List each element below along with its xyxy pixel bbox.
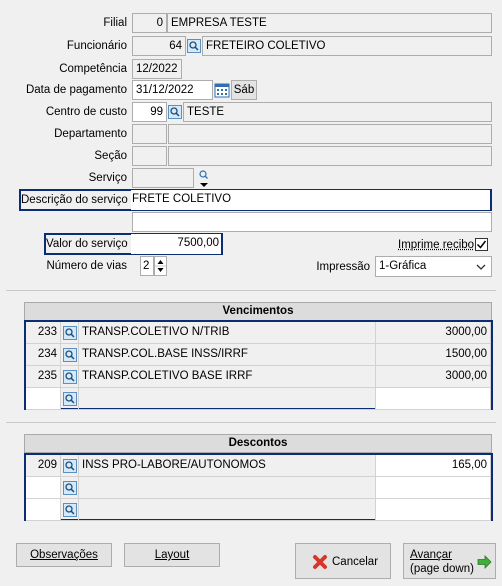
desconto-code[interactable]	[26, 499, 61, 521]
desconto-search-icon[interactable]	[61, 499, 79, 521]
vencimentos-grid: 233 TRANSP.COLETIVO N/TRIB 3000,00 234 T…	[24, 320, 493, 410]
vencimento-code[interactable]: 235	[26, 366, 61, 388]
avancar-label: Avançar	[410, 549, 452, 561]
imprime-recibo-checkbox[interactable]	[475, 238, 488, 251]
weekday-button[interactable]: Sáb	[231, 80, 257, 100]
numero-vias-stepper[interactable]	[154, 256, 167, 276]
competencia-field[interactable]: 12/2022	[132, 59, 182, 79]
servico-field[interactable]	[132, 168, 194, 188]
funcionario-code-field[interactable]: 64	[132, 36, 186, 56]
descontos-grid: 209 INSS PRO-LABORE/AUTONOMOS 165,00	[24, 453, 493, 521]
departamento-label: Departamento	[54, 128, 127, 140]
data-pagamento-field[interactable]: 31/12/2022	[132, 80, 213, 100]
servico-lookup-icon[interactable]	[198, 169, 210, 189]
desconto-desc: INSS PRO-LABORE/AUTONOMOS	[79, 455, 376, 477]
funcionario-name-field: FRETEIRO COLETIVO	[202, 36, 492, 56]
section-divider	[6, 422, 496, 423]
vencimento-search-icon[interactable]	[61, 388, 79, 410]
departamento-name-field	[168, 124, 492, 144]
chevron-down-icon	[476, 264, 486, 270]
secao-label: Seção	[94, 150, 127, 162]
desconto-value[interactable]	[376, 477, 491, 499]
filial-code-field[interactable]: 0	[132, 13, 167, 33]
table-row[interactable]: 233 TRANSP.COLETIVO N/TRIB 3000,00	[26, 322, 491, 344]
vencimento-search-icon[interactable]	[61, 322, 79, 344]
vencimento-value[interactable]: 3000,00	[376, 366, 491, 388]
vencimento-desc: TRANSP.COL.BASE INSS/IRRF	[79, 344, 376, 366]
vencimento-code[interactable]: 233	[26, 322, 61, 344]
descricao-field[interactable]: FRETE COLETIVO	[131, 190, 490, 210]
funcionario-search-icon[interactable]	[187, 39, 201, 54]
secao-code-field[interactable]	[132, 146, 167, 166]
section-divider	[6, 290, 496, 291]
vencimento-value[interactable]	[376, 388, 491, 410]
desconto-search-icon[interactable]	[61, 477, 79, 499]
centro-custo-name-field: TESTE	[183, 102, 492, 122]
servico-label: Serviço	[88, 172, 127, 184]
avancar-shortcut: (page down)	[410, 563, 474, 575]
desconto-desc	[79, 477, 376, 499]
table-row[interactable]	[26, 499, 491, 521]
descricao-label: Descrição do serviço	[21, 194, 128, 206]
observacoes-button[interactable]: Observações	[16, 543, 112, 567]
table-row[interactable]: 235 TRANSP.COLETIVO BASE IRRF 3000,00	[26, 366, 491, 388]
valor-field[interactable]: 7500,00	[131, 234, 221, 254]
vencimento-desc: TRANSP.COLETIVO BASE IRRF	[79, 366, 376, 388]
descricao-extra-field[interactable]	[132, 212, 492, 232]
vencimento-code[interactable]: 234	[26, 344, 61, 366]
table-row[interactable]	[26, 388, 491, 410]
table-row[interactable]: 209 INSS PRO-LABORE/AUTONOMOS 165,00	[26, 455, 491, 477]
data-pagamento-label: Data de pagamento	[25, 84, 127, 96]
vencimentos-header: Vencimentos	[24, 302, 492, 321]
filial-name-field: EMPRESA TESTE	[167, 13, 492, 33]
numero-vias-field[interactable]: 2	[140, 256, 154, 276]
centro-custo-code-field[interactable]: 99	[132, 102, 167, 122]
desconto-value[interactable]: 165,00	[376, 455, 491, 477]
avancar-button[interactable]: Avançar (page down)	[403, 543, 496, 579]
imprime-recibo-label: Imprime recibo	[398, 239, 475, 251]
observacoes-label: Observações	[30, 549, 98, 561]
departamento-code-field[interactable]	[132, 124, 167, 144]
table-row[interactable]	[26, 477, 491, 499]
valor-label: Valor do serviço	[46, 238, 128, 250]
table-row[interactable]: 234 TRANSP.COL.BASE INSS/IRRF 1500,00	[26, 344, 491, 366]
desconto-search-icon[interactable]	[61, 455, 79, 477]
layout-button[interactable]: Layout	[124, 543, 220, 567]
vencimento-desc: TRANSP.COLETIVO N/TRIB	[79, 322, 376, 344]
secao-name-field	[168, 146, 492, 166]
centro-custo-label: Centro de custo	[45, 106, 127, 118]
arrow-right-icon	[477, 555, 492, 569]
filial-label: Filial	[103, 17, 127, 29]
descontos-header: Descontos	[24, 434, 492, 453]
vencimento-code[interactable]	[26, 388, 61, 410]
vencimento-value[interactable]: 3000,00	[376, 322, 491, 344]
funcionario-label: Funcionário	[66, 40, 127, 52]
calendar-icon[interactable]	[214, 82, 230, 98]
impressao-select[interactable]: 1-Gráfica	[375, 256, 492, 277]
vencimento-value[interactable]: 1500,00	[376, 344, 491, 366]
impressao-label: Impressão	[316, 261, 370, 273]
centro-custo-search-icon[interactable]	[168, 105, 182, 120]
cancelar-label: Cancelar	[332, 556, 379, 568]
impressao-selected-value: 1-Gráfica	[379, 260, 427, 272]
vencimento-search-icon[interactable]	[61, 344, 79, 366]
cancelar-button[interactable]: Cancelar	[295, 543, 391, 579]
desconto-value[interactable]	[376, 499, 491, 521]
vencimento-desc	[79, 388, 376, 410]
layout-label: Layout	[154, 549, 190, 561]
desconto-code[interactable]	[26, 477, 61, 499]
competencia-label: Competência	[59, 63, 127, 75]
numero-vias-label: Número de vias	[46, 260, 127, 272]
vencimento-search-icon[interactable]	[61, 366, 79, 388]
cancel-icon	[313, 555, 327, 569]
desconto-desc	[79, 499, 376, 521]
desconto-code[interactable]: 209	[26, 455, 61, 477]
